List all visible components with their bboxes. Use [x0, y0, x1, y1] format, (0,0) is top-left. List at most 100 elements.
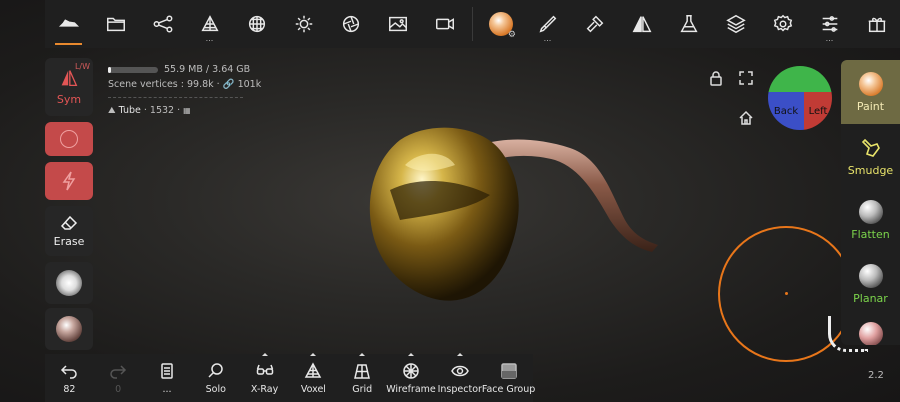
- lighting-button[interactable]: [280, 0, 327, 48]
- memory-bar-fill: [108, 66, 111, 73]
- settings-icon: [773, 14, 792, 32]
- facegroup-icon: [500, 362, 517, 379]
- scene-info-panel: 55.9 MB / 3.64 GB Scene vertices : 99.8k…: [108, 62, 261, 119]
- home-view-button[interactable]: [738, 110, 754, 126]
- gift-button[interactable]: [853, 0, 900, 48]
- graph-icon: [153, 15, 172, 33]
- search-icon: [208, 362, 223, 378]
- gift-icon: [868, 17, 885, 33]
- cube-back-face[interactable]: Back: [768, 92, 804, 130]
- scene-graph-button[interactable]: [139, 0, 186, 48]
- lock-button[interactable]: [708, 70, 724, 86]
- camera-settings-button[interactable]: [327, 0, 374, 48]
- xray-button[interactable]: X-Ray: [240, 353, 289, 402]
- memory-bar: [108, 66, 158, 73]
- info-divider: [108, 97, 243, 98]
- sliders-icon: [822, 16, 837, 32]
- xray-label: X-Ray: [250, 383, 279, 395]
- stroke-material-button[interactable]: [45, 308, 93, 350]
- intensity-button[interactable]: [45, 162, 93, 200]
- solo-label: Solo: [205, 383, 226, 395]
- view-cube[interactable]: Back Left: [768, 66, 832, 130]
- layers-icon: [725, 14, 746, 34]
- symmetry-label: Sym: [56, 92, 82, 106]
- voxel-label: Voxel: [300, 383, 326, 395]
- sculpt-model[interactable]: [360, 120, 670, 320]
- inspector-label: Inspector: [437, 383, 482, 395]
- tool-smudge[interactable]: Smudge: [841, 124, 900, 188]
- object-name: Tube: [118, 105, 141, 116]
- aperture-icon: [342, 15, 359, 33]
- tool-paint[interactable]: Paint: [841, 60, 900, 124]
- layers-button[interactable]: [712, 0, 759, 48]
- object-row[interactable]: ⛰ Tube · 1532 · ▦: [108, 103, 261, 119]
- book-icon: [161, 362, 173, 379]
- gear-badge-icon: ⚙: [507, 30, 516, 40]
- tool-flatten[interactable]: Flatten: [841, 188, 900, 252]
- experimental-button[interactable]: [665, 0, 712, 48]
- home-icon: [739, 110, 753, 125]
- eye-icon: [450, 365, 469, 376]
- facegroup-button[interactable]: Face Group: [482, 354, 535, 402]
- grid-sphere-icon: [248, 15, 265, 33]
- inspector-button[interactable]: Inspector: [435, 353, 484, 402]
- topology-button[interactable]: ...: [186, 0, 233, 48]
- right-toolbar: Paint Smudge Flatten Planar: [841, 60, 900, 345]
- history-more-label: ...: [162, 383, 172, 395]
- painting-button[interactable]: ...: [524, 0, 571, 48]
- solo-button[interactable]: Solo: [191, 354, 240, 402]
- settings-button[interactable]: [759, 0, 806, 48]
- erase-button[interactable]: Erase: [45, 206, 93, 256]
- tool-next[interactable]: [841, 316, 900, 345]
- multires-button[interactable]: [233, 0, 280, 48]
- wireframe-caret-icon: [407, 353, 414, 356]
- scene-icon: [58, 19, 79, 27]
- background-button[interactable]: [374, 0, 421, 48]
- voxel-icon: [305, 361, 322, 378]
- record-button[interactable]: [421, 0, 468, 48]
- symmetry-menu-button[interactable]: [618, 0, 665, 48]
- files-button[interactable]: [92, 0, 139, 48]
- grid-button[interactable]: Grid: [338, 353, 387, 402]
- circle-icon: [60, 130, 78, 148]
- scene-button[interactable]: [45, 0, 92, 48]
- material-sphere-icon: [56, 316, 82, 342]
- interface-button[interactable]: ...: [806, 0, 853, 48]
- redo-button[interactable]: 0: [94, 354, 143, 402]
- voxel-button[interactable]: Voxel: [289, 353, 338, 402]
- cube-left-face[interactable]: Left: [804, 92, 832, 130]
- lightning-icon: [62, 171, 76, 191]
- fullscreen-icon: [739, 71, 753, 85]
- flatten-label: Flatten: [851, 227, 890, 241]
- lock-icon: [710, 71, 722, 86]
- planar-label: Planar: [853, 291, 888, 305]
- material-button[interactable]: ⚙: [477, 0, 524, 48]
- undo-button[interactable]: 82: [45, 354, 94, 402]
- redo-count: 0: [115, 383, 122, 395]
- paint-label: Paint: [856, 99, 885, 113]
- history-button[interactable]: ...: [143, 354, 192, 402]
- flatten-tool-icon: [858, 199, 883, 224]
- memory-row: 55.9 MB / 3.64 GB: [108, 62, 261, 77]
- voxel-caret-icon: [310, 353, 317, 356]
- bottom-toolbar: 82 0 ... Solo X-Ray Voxel Grid Wireframe…: [45, 353, 535, 402]
- cube-top-face[interactable]: [768, 66, 832, 92]
- tools-button[interactable]: [571, 0, 618, 48]
- checker-icon: ▦: [183, 106, 191, 115]
- symmetry-toggle[interactable]: L/W Sym: [45, 58, 93, 116]
- brush-size-button[interactable]: [45, 122, 93, 156]
- flask-icon: [679, 15, 698, 33]
- wireframe-button[interactable]: Wireframe: [386, 353, 436, 402]
- interface-more-indicator: ...: [825, 34, 834, 43]
- tool-planar[interactable]: Planar: [841, 252, 900, 316]
- paint-tool-icon: [858, 71, 883, 96]
- object-count: 1532: [149, 105, 175, 116]
- grid-caret-icon: [359, 353, 366, 356]
- inspector-caret-icon: [456, 353, 463, 356]
- fullscreen-button[interactable]: [738, 70, 754, 86]
- painting-more-indicator: ...: [543, 34, 552, 43]
- finger-icon: [861, 138, 880, 157]
- undo-count: 82: [63, 383, 76, 395]
- camera-icon: [435, 18, 454, 30]
- alpha-button[interactable]: [45, 262, 93, 304]
